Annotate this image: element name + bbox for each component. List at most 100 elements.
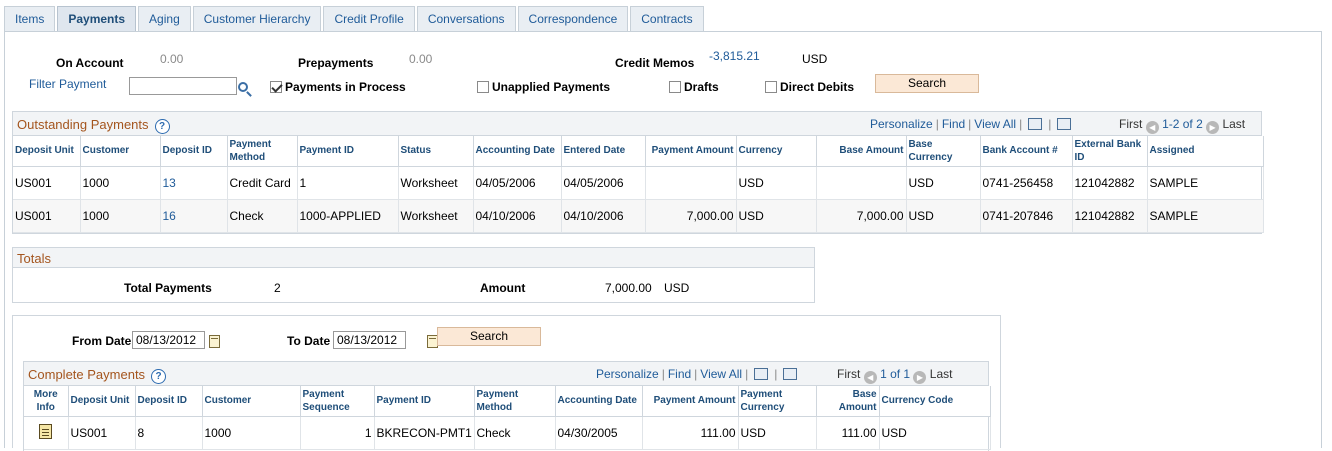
- document-icon[interactable]: [39, 423, 53, 439]
- payments-in-process-label: Payments in Process: [285, 80, 406, 94]
- complete-payments-section: From Date To Date Search Complete Paymen…: [12, 315, 1001, 451]
- column-header[interactable]: Assigned: [1147, 136, 1264, 167]
- column-header[interactable]: Customer: [80, 136, 161, 167]
- complete-payments-header: Complete Payments? Personalize | Find | View…: [24, 362, 988, 386]
- accounting-date-cell: 04/30/2005: [555, 416, 643, 450]
- last-label: Last: [1222, 117, 1246, 131]
- complete-header-row: More Info Deposit Unit Deposit ID Custom…: [24, 386, 991, 417]
- from-date-input[interactable]: [132, 331, 205, 349]
- filter-payment-label[interactable]: Filter Payment: [29, 77, 106, 91]
- tab-contracts[interactable]: Contracts: [630, 6, 704, 31]
- base-amount-cell: 111.00: [816, 416, 880, 450]
- complete-payments-navbar: Personalize | Find | View All | | First ◀ 1 of…: [596, 367, 953, 384]
- search-button[interactable]: Search: [875, 74, 979, 93]
- totals-title: Totals: [17, 251, 51, 266]
- column-header[interactable]: Customer: [202, 386, 301, 417]
- column-header[interactable]: Status: [398, 136, 474, 167]
- status-cell: Worksheet: [398, 199, 474, 233]
- personalize-link[interactable]: Personalize: [870, 117, 933, 131]
- amount-currency: USD: [664, 281, 690, 295]
- direct-debits-label: Direct Debits: [780, 80, 855, 94]
- column-header[interactable]: Base Amount: [816, 136, 907, 167]
- column-header[interactable]: Currency: [736, 136, 817, 167]
- table-row: US001 1000 16 Check 1000-APPLIED Workshe…: [13, 199, 1264, 233]
- tab-credit-profile[interactable]: Credit Profile: [323, 6, 415, 31]
- row-range: 1 of 1: [880, 367, 911, 381]
- previous-icon[interactable]: ◀: [863, 371, 877, 384]
- column-header[interactable]: Currency Code: [879, 386, 991, 417]
- first-label: First: [837, 367, 861, 381]
- bank-account-cell: 0741-256458: [980, 166, 1073, 200]
- next-icon[interactable]: ▶: [1206, 121, 1220, 134]
- customer-cell: 1000: [202, 416, 301, 450]
- tab-items[interactable]: Items: [4, 6, 56, 31]
- personalize-link[interactable]: Personalize: [596, 367, 659, 381]
- amount-label: Amount: [480, 281, 526, 295]
- tab-correspondence[interactable]: Correspondence: [517, 6, 629, 31]
- filter-payment-input[interactable]: [129, 77, 237, 95]
- new-window-icon[interactable]: [1028, 118, 1043, 130]
- column-header[interactable]: Bank Account #: [980, 136, 1073, 167]
- column-header[interactable]: Payment Currency: [738, 386, 817, 417]
- find-link[interactable]: Find: [668, 367, 691, 381]
- deposit-id-link[interactable]: 16: [160, 199, 228, 233]
- tab-payments[interactable]: Payments: [57, 6, 137, 32]
- table-row: US001 1000 13 Credit Card 1 Worksheet 04…: [13, 166, 1264, 200]
- column-header[interactable]: Payment ID: [374, 386, 475, 417]
- column-header[interactable]: Entered Date: [561, 136, 646, 167]
- column-header[interactable]: Deposit ID: [135, 386, 203, 417]
- column-header[interactable]: Payment Amount: [645, 136, 737, 167]
- payment-method-cell: Check: [227, 199, 298, 233]
- unapplied-payments-checkbox[interactable]: [477, 81, 489, 93]
- column-header[interactable]: Base Amount: [816, 386, 880, 417]
- column-header[interactable]: Payment ID: [297, 136, 399, 167]
- payments-in-process-option[interactable]: Payments in Process: [270, 80, 406, 94]
- column-header[interactable]: Deposit ID: [160, 136, 228, 167]
- column-header[interactable]: Payment Amount: [642, 386, 739, 417]
- to-date-input[interactable]: [333, 331, 406, 349]
- more-info-cell: [24, 416, 69, 450]
- magnifier-icon[interactable]: [238, 82, 248, 92]
- help-icon[interactable]: ?: [154, 119, 170, 134]
- complete-payments-grid: Complete Payments? Personalize | Find | View…: [23, 361, 991, 451]
- customer-cell: 1000: [80, 166, 161, 200]
- direct-debits-checkbox[interactable]: [765, 81, 777, 93]
- column-header[interactable]: Payment Sequence: [300, 386, 375, 417]
- tab-customer-hierarchy[interactable]: Customer Hierarchy: [192, 6, 322, 31]
- column-header[interactable]: Deposit Unit: [68, 386, 136, 417]
- column-header[interactable]: Accounting Date: [555, 386, 643, 417]
- tab-aging[interactable]: Aging: [138, 6, 191, 31]
- search-button[interactable]: Search: [437, 327, 541, 346]
- drafts-option[interactable]: Drafts: [669, 80, 719, 94]
- unapplied-payments-option[interactable]: Unapplied Payments: [477, 80, 610, 94]
- spreadsheet-icon[interactable]: [1057, 118, 1072, 130]
- view-all-link[interactable]: View All: [700, 367, 742, 381]
- next-icon[interactable]: ▶: [913, 371, 927, 384]
- spreadsheet-icon[interactable]: [783, 368, 798, 380]
- credit-memos-value[interactable]: -3,815.21: [709, 49, 760, 63]
- find-link[interactable]: Find: [942, 117, 965, 131]
- column-header[interactable]: Base Currency: [906, 136, 981, 167]
- deposit-unit-cell: US001: [13, 199, 81, 233]
- column-header[interactable]: Deposit Unit: [13, 136, 81, 167]
- column-header[interactable]: Payment Method: [474, 386, 556, 417]
- payments-in-process-checkbox[interactable]: [270, 81, 282, 93]
- calendar-icon[interactable]: [209, 335, 220, 348]
- new-window-icon[interactable]: [754, 368, 769, 380]
- deposit-id-cell: 8: [135, 416, 203, 450]
- prepayments-label: Prepayments: [298, 56, 374, 70]
- column-header[interactable]: Payment Method: [227, 136, 298, 167]
- outstanding-payments-table: Deposit Unit Customer Deposit ID Payment…: [13, 136, 1264, 233]
- tab-bar: Items Payments Aging Customer Hierarchy …: [4, 6, 706, 32]
- help-icon[interactable]: ?: [151, 369, 167, 384]
- column-header[interactable]: External Bank ID: [1072, 136, 1148, 167]
- view-all-link[interactable]: View All: [974, 117, 1016, 131]
- outstanding-payments-header: Outstanding Payments? Personalize | Find | V…: [13, 112, 1261, 136]
- deposit-unit-cell: US001: [68, 416, 136, 450]
- deposit-id-link[interactable]: 13: [160, 166, 228, 200]
- drafts-checkbox[interactable]: [669, 81, 681, 93]
- tab-conversations[interactable]: Conversations: [416, 6, 516, 31]
- previous-icon[interactable]: ◀: [1145, 121, 1159, 134]
- column-header[interactable]: Accounting Date: [473, 136, 562, 167]
- direct-debits-option[interactable]: Direct Debits: [765, 80, 854, 94]
